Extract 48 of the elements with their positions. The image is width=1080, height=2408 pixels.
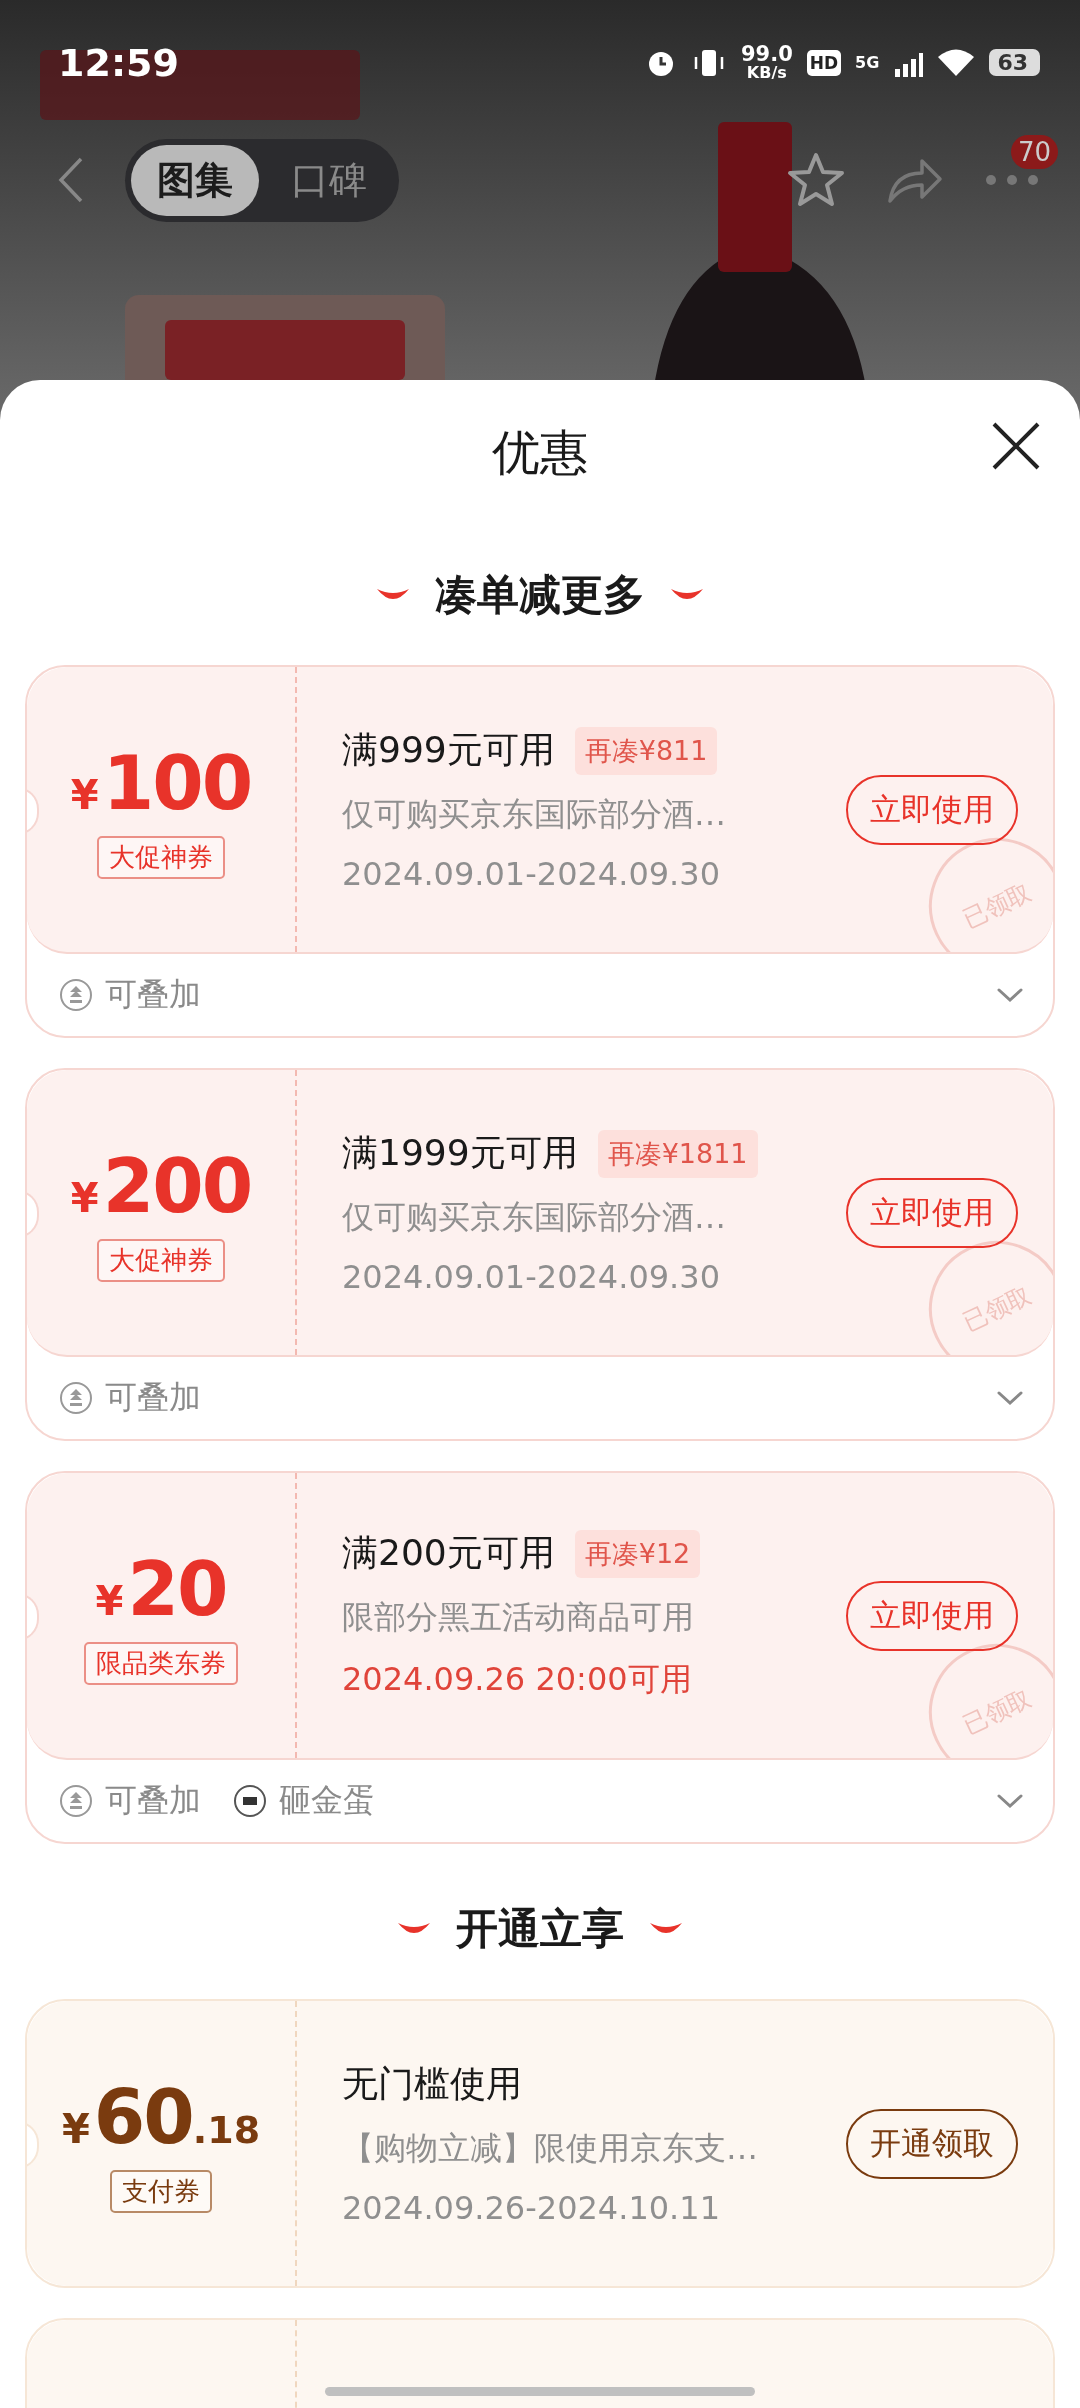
status-time: 12:59 [58, 40, 180, 85]
coupon-description: 限部分黑五活动商品可用 [342, 1597, 695, 1638]
coupon-type-tag: 大促神券 [97, 1239, 225, 1282]
shortfall-tag: 再凑¥811 [574, 726, 718, 775]
coupon-validity: 2024.09.26-2024.10.11 [342, 2189, 721, 2227]
coupon-description: 【购物立减】限使用京东支… [342, 2128, 759, 2169]
coupon-amount: ¥200 [70, 1143, 252, 1229]
close-icon[interactable] [990, 420, 1042, 472]
wifi-icon [937, 47, 976, 78]
section-title: 凑单减更多 [435, 569, 645, 621]
coupon-feature: 可叠加 [105, 1780, 201, 1821]
gallery-tab[interactable]: 图集 [131, 144, 259, 216]
coupon-feature: 可叠加 [105, 974, 201, 1015]
coupon-validity: 2024.09.26 20:00可用 [342, 1659, 693, 1700]
coupon-condition: 满999元可用 [342, 728, 555, 772]
stack-icon [59, 1784, 93, 1818]
coupon-amount: ¥60.18 [61, 2074, 261, 2160]
coupon-feature: 可叠加 [105, 1377, 201, 1418]
star-icon[interactable] [786, 151, 846, 209]
network-type: 5G [855, 53, 880, 72]
coupon-condition: 满200元可用 [342, 1531, 555, 1575]
coupon-condition: 无门槛使用 [342, 2062, 522, 2106]
coupon-description: 仅可购买京东国际部分酒… [342, 1197, 727, 1238]
battery-indicator: 63 [989, 49, 1040, 76]
coupon-type-tag: 限品类东券 [84, 1642, 238, 1685]
sheet-title: 优惠 [492, 422, 588, 482]
coupon-validity: 2024.09.01-2024.09.30 [342, 1258, 721, 1296]
use-button[interactable]: 立即使用 [846, 1177, 1018, 1248]
shortfall-tag: 再凑¥12 [574, 1529, 701, 1578]
use-button[interactable]: 立即使用 [846, 774, 1018, 845]
network-speed: 99.0 KB/s [740, 44, 793, 81]
coupon-amount: ¥100 [70, 740, 252, 826]
ticket-icon [233, 1784, 267, 1818]
coupon-type-tag: 支付券 [110, 2170, 212, 2213]
shortfall-tag: 再凑¥1811 [597, 1129, 758, 1178]
stack-icon [59, 1381, 93, 1415]
coupon-validity: 2024.09.01-2024.09.30 [342, 855, 721, 893]
coupon-amount: ¥20 [95, 1546, 227, 1632]
coupon-feature: 砸金蛋 [279, 1780, 375, 1821]
use-button[interactable]: 开通领取 [846, 2108, 1018, 2179]
coupon-type-tag: 大促神券 [97, 836, 225, 879]
gallery-tab[interactable]: 口碑 [265, 144, 393, 216]
stack-icon [59, 978, 93, 1012]
use-button[interactable]: 立即使用 [846, 1580, 1018, 1651]
coupon-description: 仅可购买京东国际部分酒… [342, 794, 727, 835]
coupon-condition: 满1999元可用 [342, 1131, 578, 1175]
section-title: 开通立享 [456, 1903, 624, 1955]
more-icon[interactable] [984, 173, 1040, 187]
